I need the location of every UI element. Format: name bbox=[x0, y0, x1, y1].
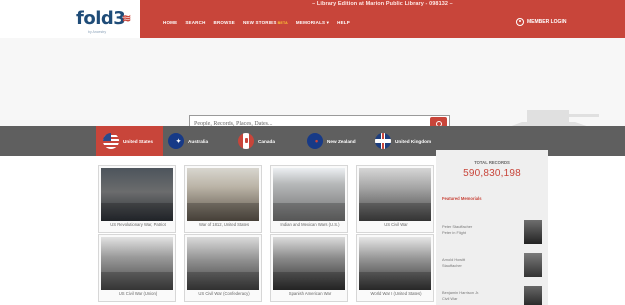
records-value: 590,830,198 bbox=[463, 168, 521, 179]
collection-caption: US Civil War (Confederacy) bbox=[198, 291, 250, 296]
uk-flag-icon bbox=[375, 133, 391, 149]
right-panel: TOTAL RECORDS 590,830,198 Featured Memor… bbox=[436, 150, 548, 305]
collection-image bbox=[359, 237, 431, 290]
nav-memorials[interactable]: MEMORIALS ▾ bbox=[296, 20, 329, 26]
nav-browse[interactable]: BROWSE bbox=[214, 20, 235, 26]
tab-canada[interactable]: Canada bbox=[238, 126, 293, 156]
member-meta: Stauffacher bbox=[442, 263, 462, 268]
nav-help[interactable]: HELP bbox=[337, 20, 350, 26]
collection-caption: Spanish American War bbox=[288, 291, 332, 296]
member-photo bbox=[524, 286, 542, 305]
collection-card[interactable]: US Civil War (Union) bbox=[98, 234, 176, 302]
au-flag-icon bbox=[168, 133, 184, 149]
nav-home[interactable]: HOME bbox=[163, 20, 177, 26]
tab-label: Australia bbox=[188, 138, 209, 144]
nav-search[interactable]: SEARCH bbox=[185, 20, 205, 26]
logo-text: fold3 bbox=[76, 8, 126, 29]
us-flag-icon bbox=[103, 133, 119, 149]
collection-image bbox=[273, 237, 345, 290]
fold3-logo[interactable]: fold3 ≋ by Ancestry bbox=[76, 8, 140, 38]
logo-chevron-icon: ≋ bbox=[122, 13, 132, 25]
member-meta: Civil War bbox=[442, 296, 458, 301]
member-login-label: MEMBER LOGIN bbox=[527, 19, 567, 25]
featured-member[interactable]: Benjamin Harrison Jr. Civil War bbox=[442, 286, 546, 305]
member-photo bbox=[524, 253, 542, 277]
collection-image bbox=[187, 237, 259, 290]
collection-image bbox=[101, 168, 173, 221]
collection-image bbox=[101, 237, 173, 290]
tab-united-states[interactable]: United States bbox=[96, 126, 163, 156]
collection-caption: US Civil War bbox=[384, 222, 408, 227]
collection-card[interactable]: US Civil War (Confederacy) bbox=[184, 234, 262, 302]
member-photo bbox=[524, 220, 542, 244]
nz-flag-icon bbox=[307, 133, 323, 149]
tab-new-zealand[interactable]: New Zealand bbox=[307, 126, 374, 156]
tab-label: Canada bbox=[258, 138, 275, 144]
tab-united-kingdom[interactable]: United Kingdom bbox=[375, 126, 433, 156]
beta-badge: BETA bbox=[277, 21, 288, 25]
featured-members-heading: Featured Memorials bbox=[442, 196, 482, 201]
tab-label: United Kingdom bbox=[395, 138, 432, 144]
tab-label: United States bbox=[123, 138, 153, 144]
collection-card[interactable]: War of 1812, United States bbox=[184, 165, 262, 233]
collection-caption: US Civil War (Union) bbox=[118, 291, 158, 296]
collection-image bbox=[187, 168, 259, 221]
user-icon bbox=[516, 18, 524, 26]
tab-australia[interactable]: Australia bbox=[168, 126, 230, 156]
collection-caption: World War I (United States) bbox=[370, 291, 422, 296]
collection-image bbox=[273, 168, 345, 221]
featured-member[interactable]: Arnold Howitt Stauffacher bbox=[442, 253, 546, 281]
hero-section bbox=[0, 38, 625, 150]
featured-member[interactable]: Peter Stauffacher Peter in Flight bbox=[442, 220, 546, 248]
collection-card[interactable]: US Revolutionary War, Patriot bbox=[98, 165, 176, 233]
collection-grid: US Revolutionary War, Patriot War of 181… bbox=[98, 165, 434, 305]
collection-card[interactable]: US Civil War bbox=[356, 165, 434, 233]
nav-new-stories[interactable]: NEW STORIESBETA bbox=[243, 20, 288, 26]
main-nav: HOME SEARCH BROWSE NEW STORIESBETA MEMOR… bbox=[163, 20, 350, 26]
collection-image bbox=[359, 168, 431, 221]
logo-tagline: by Ancestry bbox=[88, 30, 107, 34]
collection-caption: Indian and Mexican Wars (U.S.) bbox=[280, 222, 340, 227]
tab-label: New Zealand bbox=[327, 138, 356, 144]
member-login-link[interactable]: MEMBER LOGIN bbox=[516, 18, 566, 26]
member-meta: Peter in Flight bbox=[442, 230, 467, 235]
collection-caption: War of 1812, United States bbox=[198, 222, 250, 227]
collection-card[interactable]: Indian and Mexican Wars (U.S.) bbox=[270, 165, 348, 233]
ca-flag-icon bbox=[238, 133, 254, 149]
collection-card[interactable]: World War I (United States) bbox=[356, 234, 434, 302]
collection-card[interactable]: Spanish American War bbox=[270, 234, 348, 302]
records-label: TOTAL RECORDS bbox=[474, 160, 510, 165]
collection-caption: US Revolutionary War, Patriot bbox=[110, 222, 166, 227]
library-edition-text: – Library Edition at Marion Public Libra… bbox=[312, 1, 453, 7]
top-navigation: – Library Edition at Marion Public Libra… bbox=[0, 0, 625, 38]
